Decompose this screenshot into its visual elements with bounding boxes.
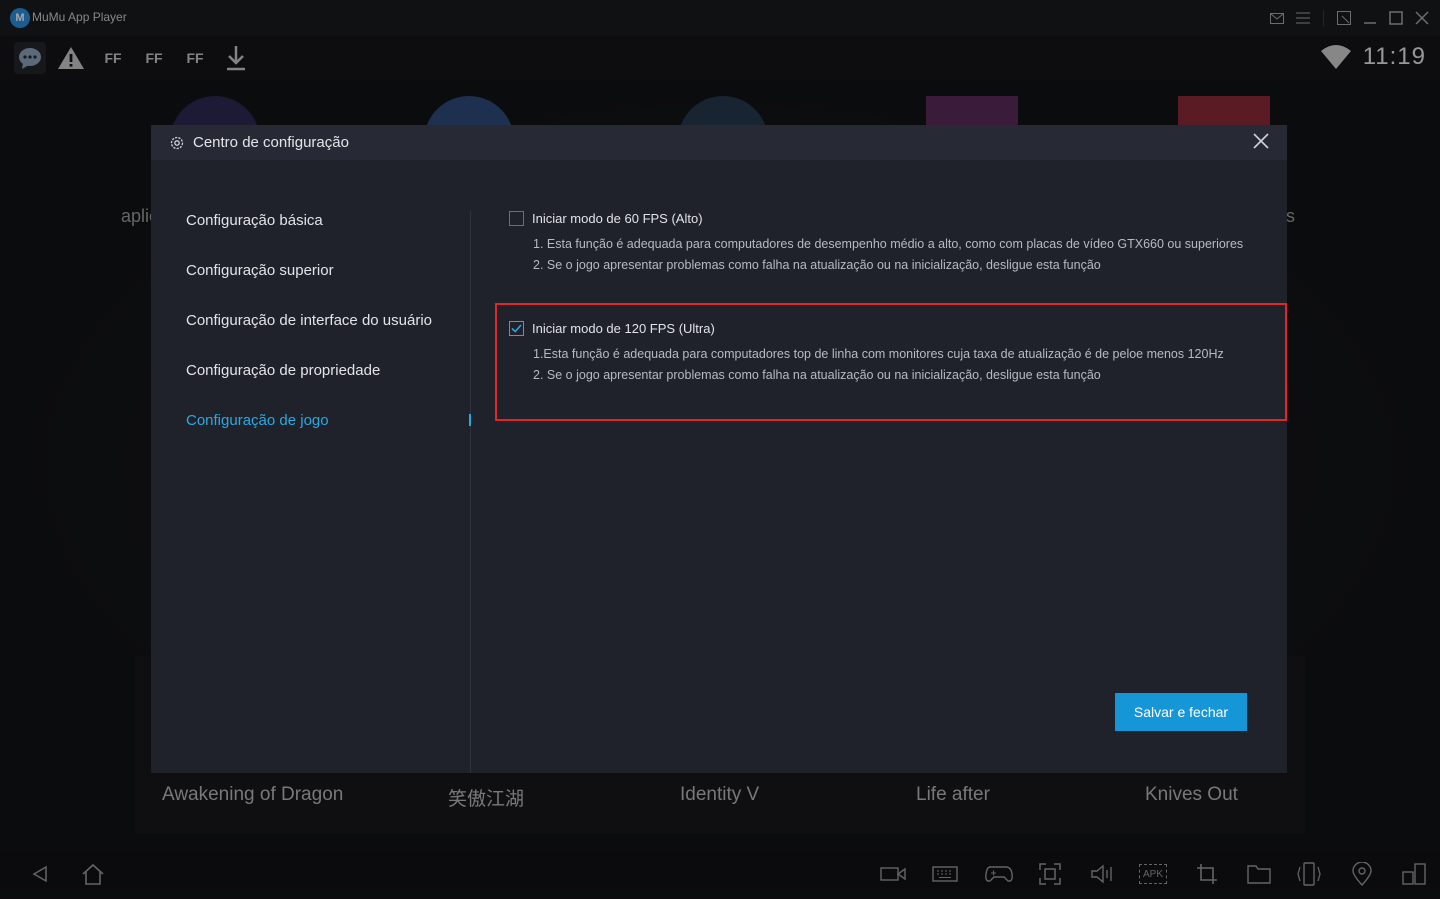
fps120-label[interactable]: Iniciar modo de 120 FPS (Ultra) (532, 321, 715, 336)
settings-dialog: Centro de configuração Configuração bási… (151, 125, 1287, 773)
dialog-title: Centro de configuração (193, 134, 349, 151)
save-and-close-button[interactable]: Salvar e fechar (1115, 693, 1247, 731)
dialog-close-icon[interactable] (1253, 133, 1273, 153)
nav-game-settings[interactable]: Configuração de jogo (186, 412, 329, 429)
nav-property-settings[interactable]: Configuração de propriedade (186, 362, 380, 379)
gear-icon (169, 135, 185, 156)
nav-divider (470, 210, 471, 773)
fps120-desc-1: 1.Esta função é adequada para computador… (533, 347, 1224, 361)
nav-interface-settings[interactable]: Configuração de interface do usuário (186, 312, 432, 329)
emulator-window: M MuMu App Player FF FF FF 11:19 aplic s… (0, 0, 1440, 899)
fps60-desc-2: 2. Se o jogo apresentar problemas como f… (533, 258, 1101, 272)
active-nav-indicator (469, 414, 471, 426)
fps60-desc-1: 1. Esta função é adequada para computado… (533, 237, 1244, 251)
fps120-desc-2: 2. Se o jogo apresentar problemas como f… (533, 368, 1101, 382)
fps120-checkbox[interactable] (509, 321, 524, 336)
checkmark-icon (511, 324, 522, 333)
dialog-header: Centro de configuração (151, 125, 1287, 160)
fps60-checkbox[interactable] (509, 211, 524, 226)
nav-advanced-settings[interactable]: Configuração superior (186, 262, 334, 279)
nav-basic-settings[interactable]: Configuração básica (186, 212, 323, 229)
fps60-label[interactable]: Iniciar modo de 60 FPS (Alto) (532, 211, 703, 226)
